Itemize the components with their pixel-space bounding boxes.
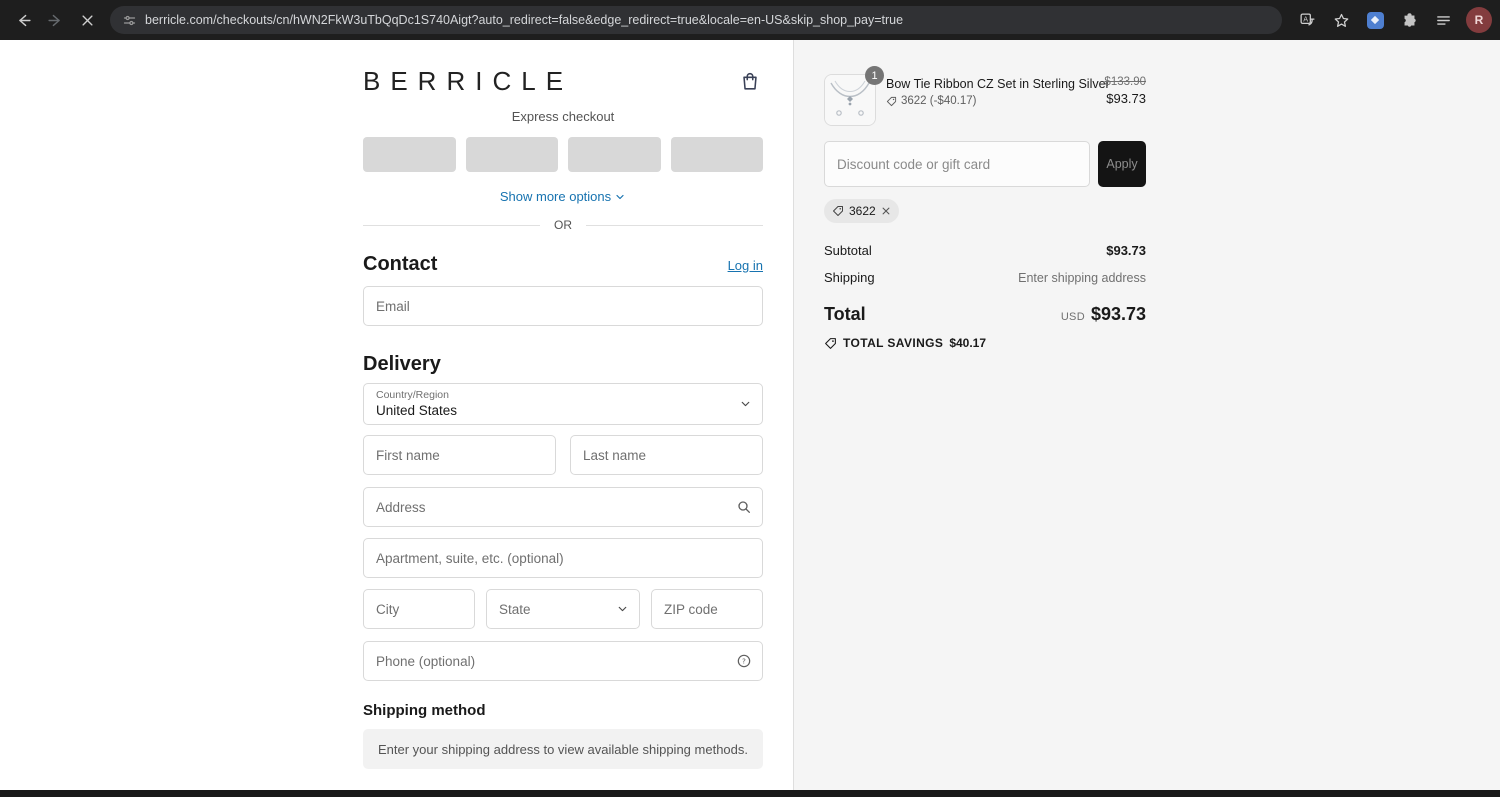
checkout-header: BERRICLE [363,65,763,96]
bag-icon [743,72,757,90]
discount-chip-label: 3622 [849,204,876,218]
cart-line-item: 1 Bow Tie Ribbon CZ Set in Sterling Silv… [824,66,1146,126]
state-select[interactable]: State [486,589,640,629]
or-divider: OR [363,218,763,232]
contact-heading: Contact [363,253,438,275]
apartment-field[interactable] [363,538,763,578]
country-select-value: United States [376,402,458,418]
avatar-initial: R [1474,13,1484,27]
or-label: OR [554,218,572,232]
total-value: $93.73 [1090,304,1146,324]
tag-icon [825,337,836,349]
savings-label: TOTAL SAVINGS [843,336,944,350]
chevron-down-icon [616,194,624,199]
phone-field[interactable] [363,641,763,681]
translate-icon: A [1299,12,1315,26]
bookmark-button[interactable] [1326,5,1356,35]
country-select[interactable]: Country/Region United States [363,383,763,425]
state-select-value: State [499,601,531,617]
forward-button[interactable] [40,5,70,35]
remove-discount-button[interactable] [881,206,891,216]
discount-code-input[interactable] [824,141,1090,187]
price-original: $133.90 [1104,76,1146,88]
tag-icon [886,96,897,106]
address-bar[interactable]: berricle.com/checkouts/cn/hWN2FkW3uTbQqD… [110,6,1282,34]
first-name-field[interactable] [363,435,556,475]
checkout-page: BERRICLE Express checkout Show more opti… [0,40,1500,790]
express-buttons-loading [363,137,763,172]
toolbar-right-cluster: A R [1292,5,1492,35]
close-icon [882,207,890,215]
stop-icon [81,14,93,26]
bookmark-star-icon [1334,13,1348,27]
stop-loading-button[interactable] [72,5,102,35]
price-current: $93.73 [1106,91,1146,106]
svg-text:A: A [1303,14,1308,23]
checkout-main: BERRICLE Express checkout Show more opti… [0,40,793,790]
email-field[interactable] [363,286,763,326]
shipping-method-heading: Shipping method [363,702,486,719]
address-field[interactable] [363,487,763,527]
show-more-options-label: Show more options [499,189,612,204]
store-logo: BERRICLE [363,65,574,96]
subtotal-label: Subtotal [824,243,872,258]
login-link[interactable]: Log in [728,258,763,273]
chevron-down-icon [618,606,627,612]
city-field[interactable] [363,589,475,629]
savings-value: $40.17 [949,336,987,350]
total-savings-row: TOTAL SAVINGS $40.17 [824,336,1146,350]
url-text: berricle.com/checkouts/cn/hWN2FkW3uTbQqD… [145,13,904,27]
pinned-extension-button[interactable] [1360,5,1390,35]
translate-button[interactable]: A [1292,5,1322,35]
shipping-label: Shipping [824,270,875,285]
cart-button[interactable] [737,68,763,94]
express-button-skeleton [363,137,456,172]
extensions-button[interactable] [1394,5,1424,35]
show-more-options-link[interactable]: Show more options [500,189,626,204]
help-icon[interactable]: ? [736,653,752,669]
product-title: Bow Tie Ribbon CZ Set in Sterling Silver [886,77,1110,91]
currency-code: USD [1060,311,1085,323]
express-checkout-title: Express checkout [511,109,615,124]
forward-icon [47,14,60,26]
apply-discount-button[interactable]: Apply [1098,141,1146,187]
order-summary: 1 Bow Tie Ribbon CZ Set in Sterling Silv… [793,40,1500,790]
delivery-heading: Delivery [363,353,441,375]
subtotal-value: $93.73 [1106,243,1146,258]
line-item-discount: 3622 (-$40.17) [901,95,977,107]
bottom-bar [0,790,1500,797]
express-button-skeleton [568,137,661,172]
shipping-method-notice: Enter your shipping address to view avai… [363,729,763,769]
express-button-skeleton [465,137,558,172]
chevron-down-icon [741,401,750,407]
shipping-value: Enter shipping address [1018,271,1146,285]
quantity-badge: 1 [865,66,884,85]
search-icon [738,501,750,513]
puzzle-icon [1404,12,1416,27]
browser-menu-button[interactable] [1428,5,1458,35]
last-name-field[interactable] [570,435,763,475]
profile-avatar[interactable]: R [1466,7,1492,33]
tag-icon [833,206,843,216]
back-icon [18,14,31,26]
svg-text:?: ? [742,657,746,666]
applied-discount-chip: 3622 [824,199,899,223]
site-info-icon [123,15,136,25]
total-label: Total [824,304,866,324]
menu-lines-icon [1436,15,1450,25]
browser-toolbar: berricle.com/checkouts/cn/hWN2FkW3uTbQqD… [0,0,1500,40]
zip-field[interactable] [651,589,763,629]
country-select-label: Country/Region [376,389,449,401]
back-button[interactable] [8,5,38,35]
extension-icon [1366,11,1384,29]
express-button-skeleton [670,137,763,172]
